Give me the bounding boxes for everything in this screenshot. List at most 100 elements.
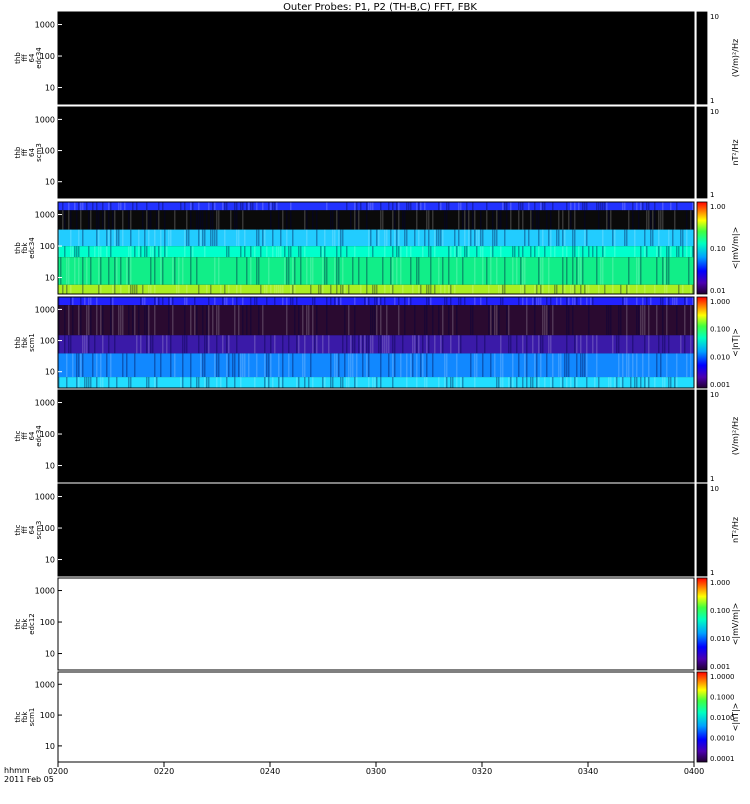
spectrogram-streak bbox=[162, 297, 164, 306]
spectrogram-streak bbox=[606, 210, 608, 230]
spectrogram-streak bbox=[366, 335, 368, 354]
spectrogram-streak bbox=[510, 202, 512, 211]
spectrogram-streak bbox=[206, 284, 208, 294]
spectrogram-streak bbox=[692, 202, 694, 211]
spectrogram-streak bbox=[374, 305, 376, 336]
spectrogram-streak bbox=[550, 297, 552, 306]
spectrogram-streak bbox=[540, 297, 542, 306]
spectrogram-streak bbox=[572, 246, 574, 258]
spectrogram-streak bbox=[226, 335, 228, 354]
spectrogram-streak bbox=[364, 335, 366, 354]
spectrogram-streak bbox=[136, 202, 138, 211]
spectrogram-streak bbox=[690, 335, 692, 354]
spectrogram-streak bbox=[430, 284, 432, 294]
spectrogram-streak bbox=[312, 377, 314, 388]
spectrogram-streak bbox=[362, 353, 364, 378]
spectrogram-streak bbox=[690, 353, 692, 378]
spectrogram-streak bbox=[62, 202, 64, 211]
spectrogram-streak bbox=[498, 305, 500, 336]
spectrogram-streak bbox=[114, 257, 116, 285]
spectrogram-streak bbox=[598, 284, 600, 294]
spectrogram-streak bbox=[288, 353, 290, 378]
spectrogram-streak bbox=[200, 229, 202, 247]
panel-label-line: scm3 bbox=[35, 521, 43, 540]
spectrogram-streak bbox=[72, 353, 74, 378]
spectrogram-streak bbox=[338, 229, 340, 247]
spectrogram-streak bbox=[440, 202, 442, 211]
spectrogram-streak bbox=[576, 257, 578, 285]
spectrogram-streak bbox=[516, 335, 518, 354]
spectrogram-streak bbox=[114, 210, 116, 230]
spectrogram-streak bbox=[150, 210, 152, 230]
spectrogram-streak bbox=[628, 210, 630, 230]
spectrogram-streak bbox=[318, 284, 320, 294]
y-tick-label: 100 bbox=[40, 711, 55, 720]
spectrogram-streak bbox=[666, 305, 668, 336]
spectrogram-streak bbox=[214, 353, 216, 378]
spectrogram-streak bbox=[236, 257, 238, 285]
spectrogram-streak bbox=[164, 246, 166, 258]
spectrogram-streak bbox=[512, 257, 514, 285]
spectrogram-streak bbox=[190, 257, 192, 285]
spectrogram-streak bbox=[436, 229, 438, 247]
spectrogram-streak bbox=[568, 297, 570, 306]
spectrogram-streak bbox=[644, 305, 646, 336]
spectrogram-streak bbox=[250, 246, 252, 258]
spectrogram-streak bbox=[256, 297, 258, 306]
colorbar-tick-label: 10 bbox=[710, 108, 719, 116]
spectrogram-streak bbox=[424, 229, 426, 247]
spectrogram-streak bbox=[98, 229, 100, 247]
spectrogram-streak bbox=[368, 353, 370, 378]
spectrogram-streak bbox=[686, 353, 688, 378]
spectrogram-streak bbox=[638, 305, 640, 336]
spectrogram-streak bbox=[628, 284, 630, 294]
spectrogram-streak bbox=[408, 202, 410, 211]
spectrogram-streak bbox=[68, 257, 70, 285]
spectrogram-streak bbox=[686, 246, 688, 258]
spectrogram-streak bbox=[392, 377, 394, 388]
spectrogram-streak bbox=[208, 377, 210, 388]
spectrogram-streak bbox=[626, 229, 628, 247]
spectrogram-streak bbox=[246, 202, 248, 211]
spectrogram-streak bbox=[658, 335, 660, 354]
spectrogram-streak bbox=[208, 202, 210, 211]
spectrogram-streak bbox=[226, 246, 228, 258]
spectrogram-streak bbox=[240, 353, 242, 378]
spectrogram-streak bbox=[388, 202, 390, 211]
spectrogram-streak bbox=[286, 257, 288, 285]
spectrogram-streak bbox=[186, 297, 188, 306]
spectrogram-figure: Outer Probes: P1, P2 (TH-B,C) FFT, FBK 1… bbox=[4, 2, 740, 784]
spectrogram-streak bbox=[134, 284, 136, 294]
spectrogram-streak bbox=[554, 246, 556, 258]
spectrogram-streak bbox=[566, 246, 568, 258]
y-tick-label: 1000 bbox=[35, 21, 55, 30]
panel-2: 100010010thb fff 64 scm3101nT²/Hz bbox=[14, 106, 740, 199]
spectrogram-streak bbox=[366, 284, 368, 294]
spectrogram-streak bbox=[562, 246, 564, 258]
spectrogram-streak bbox=[520, 284, 522, 294]
spectrogram-streak bbox=[356, 377, 358, 388]
spectrogram-streak bbox=[202, 210, 204, 230]
spectrogram-streak bbox=[130, 246, 132, 258]
spectrogram-streak bbox=[294, 257, 296, 285]
spectrogram-streak bbox=[404, 210, 406, 230]
spectrogram-streak bbox=[370, 335, 372, 354]
spectrogram-streak bbox=[426, 353, 428, 378]
spectrogram-streak bbox=[678, 246, 680, 258]
spectrogram-streak bbox=[494, 353, 496, 378]
spectrogram-streak bbox=[110, 305, 112, 336]
spectrogram-streak bbox=[598, 210, 600, 230]
spectrogram-streak bbox=[374, 284, 376, 294]
spectrogram-streak bbox=[404, 229, 406, 247]
spectrogram-streak bbox=[142, 284, 144, 294]
spectrogram-streak bbox=[266, 297, 268, 306]
spectrogram-streak bbox=[394, 335, 396, 354]
spectrogram-streak bbox=[310, 353, 312, 378]
spectrogram-streak bbox=[216, 229, 218, 247]
spectrogram-streak bbox=[142, 297, 144, 306]
spectrogram-streak bbox=[526, 335, 528, 354]
spectrogram-streak bbox=[502, 284, 504, 294]
spectrogram-streak bbox=[496, 257, 498, 285]
spectrogram-streak bbox=[414, 335, 416, 354]
panel-label-line: scm1 bbox=[28, 708, 36, 727]
